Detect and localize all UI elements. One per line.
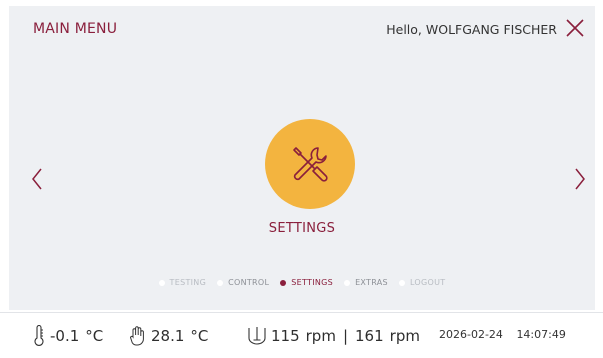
pager-dot xyxy=(217,279,224,286)
pager-label: SETTINGS xyxy=(291,278,334,287)
pager-dot xyxy=(344,279,351,286)
pager-label: TESTING xyxy=(169,278,207,287)
pager-label: LOGOUT xyxy=(409,278,446,287)
close-button[interactable] xyxy=(563,16,587,40)
page-title: MAIN MENU xyxy=(33,21,118,37)
rpm-reading: 115 rpm | 161 rpm xyxy=(247,325,420,347)
current-menu-label: SETTINGS xyxy=(268,221,336,236)
next-button[interactable] xyxy=(571,166,589,192)
datetime: 2026-02-24 14:07:49 xyxy=(439,328,566,341)
date-text: 2026-02-24 xyxy=(439,328,503,341)
chevron-left-icon xyxy=(32,168,42,190)
main-menu-screen: MAIN MENU Hello, WOLFGANG FISCHER SETTIN… xyxy=(0,0,603,358)
rpm-separator: | xyxy=(342,327,349,345)
pager-item-settings[interactable]: SETTINGS xyxy=(280,278,333,287)
rpm-unit-2: rpm xyxy=(389,327,420,345)
thermometer-icon xyxy=(34,325,44,346)
stirrer-icon xyxy=(248,327,266,345)
user-greeting: Hello, WOLFGANG FISCHER xyxy=(386,22,557,37)
temperature-reading-1: -0.1 °C xyxy=(32,325,103,347)
menu-panel: MAIN MENU Hello, WOLFGANG FISCHER SETTIN… xyxy=(9,6,595,310)
tools-icon xyxy=(293,147,328,182)
temperature-unit: °C xyxy=(190,327,209,345)
chevron-right-icon xyxy=(575,168,585,190)
pager-label: CONTROL xyxy=(228,278,270,287)
pager-dot xyxy=(158,279,165,286)
temperature-value: -0.1 xyxy=(50,327,80,345)
pager-label: EXTRAS xyxy=(355,278,388,287)
pager-item-testing[interactable]: TESTING xyxy=(158,278,207,287)
temperature-value: 28.1 xyxy=(151,327,185,345)
pager-dot xyxy=(398,279,405,286)
rpm-value-1: 115 xyxy=(271,327,300,345)
hand-icon xyxy=(130,326,144,346)
pager-item-extras[interactable]: EXTRAS xyxy=(344,278,388,287)
pager-item-logout[interactable]: LOGOUT xyxy=(398,278,446,287)
pager-dot xyxy=(280,279,287,286)
rpm-unit-1: rpm xyxy=(305,327,336,345)
settings-tile[interactable] xyxy=(265,119,355,209)
status-bar: -0.1 °C 28.1 °C 115 rpm | 161 rpm 2026-0… xyxy=(0,312,603,358)
close-icon xyxy=(566,19,584,37)
pager-item-control[interactable]: CONTROL xyxy=(217,278,269,287)
menu-pager: TESTING CONTROL SETTINGS EXTRAS LOGOUT xyxy=(9,278,595,287)
temperature-unit: °C xyxy=(85,327,104,345)
rpm-value-2: 161 xyxy=(355,327,384,345)
previous-button[interactable] xyxy=(28,166,46,192)
time-text: 14:07:49 xyxy=(516,328,566,341)
temperature-reading-2: 28.1 °C xyxy=(129,325,208,347)
